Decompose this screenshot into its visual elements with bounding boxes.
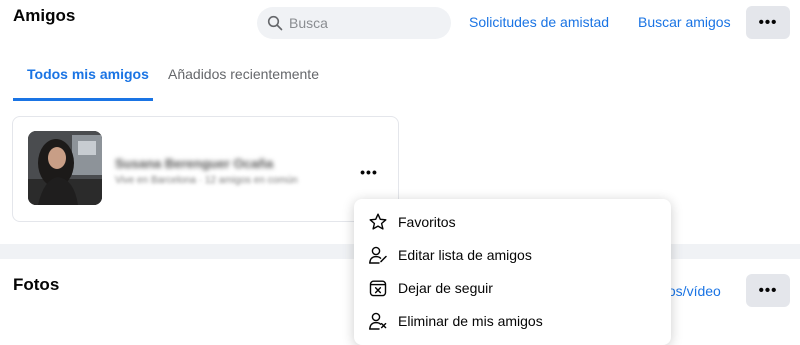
edit-friend-list-icon xyxy=(369,246,387,264)
profile-photo xyxy=(28,131,102,205)
photos-section-title: Fotos xyxy=(13,275,60,294)
avatar[interactable] xyxy=(28,131,102,205)
friend-requests-link[interactable]: Solicitudes de amistad xyxy=(469,14,609,30)
find-friends-link[interactable]: Buscar amigos xyxy=(638,14,731,30)
photos-videos-link[interactable]: tos/vídeo xyxy=(664,283,721,299)
star-icon xyxy=(369,213,387,230)
menu-item-label: Eliminar de mis amigos xyxy=(398,312,543,329)
search-bar[interactable] xyxy=(257,7,451,39)
menu-item-label: Favoritos xyxy=(398,213,456,230)
search-icon xyxy=(267,15,283,31)
menu-item-label: Dejar de seguir xyxy=(398,279,493,296)
photos-more-button[interactable]: ••• xyxy=(746,274,790,307)
friend-options-menu: Favoritos Editar lista de amigos Dejar d… xyxy=(354,199,671,345)
friend-name[interactable]: Susana Berenguer Ocaña xyxy=(115,156,273,171)
tab-all-friends[interactable]: Todos mis amigos xyxy=(27,66,149,82)
friend-meta: Vive en Barcelona · 12 amigos en común xyxy=(115,175,298,186)
friend-options-button[interactable]: ••• xyxy=(356,159,382,185)
friend-card[interactable]: Susana Berenguer Ocaña Vive en Barcelona… xyxy=(12,116,399,222)
menu-item-label: Editar lista de amigos xyxy=(398,246,532,263)
remove-friend-icon xyxy=(369,312,387,330)
page-title: Amigos xyxy=(13,6,76,25)
menu-item-edit-friend-list[interactable]: Editar lista de amigos xyxy=(354,238,671,271)
search-input[interactable] xyxy=(289,15,449,31)
more-options-button[interactable]: ••• xyxy=(746,6,790,39)
menu-item-remove-friend[interactable]: Eliminar de mis amigos xyxy=(354,304,671,337)
unfollow-icon xyxy=(369,280,387,296)
menu-item-favorites[interactable]: Favoritos xyxy=(354,205,671,238)
tab-recently-added[interactable]: Añadidos recientemente xyxy=(168,66,319,82)
menu-item-unfollow[interactable]: Dejar de seguir xyxy=(354,271,671,304)
active-tab-indicator xyxy=(13,98,153,101)
